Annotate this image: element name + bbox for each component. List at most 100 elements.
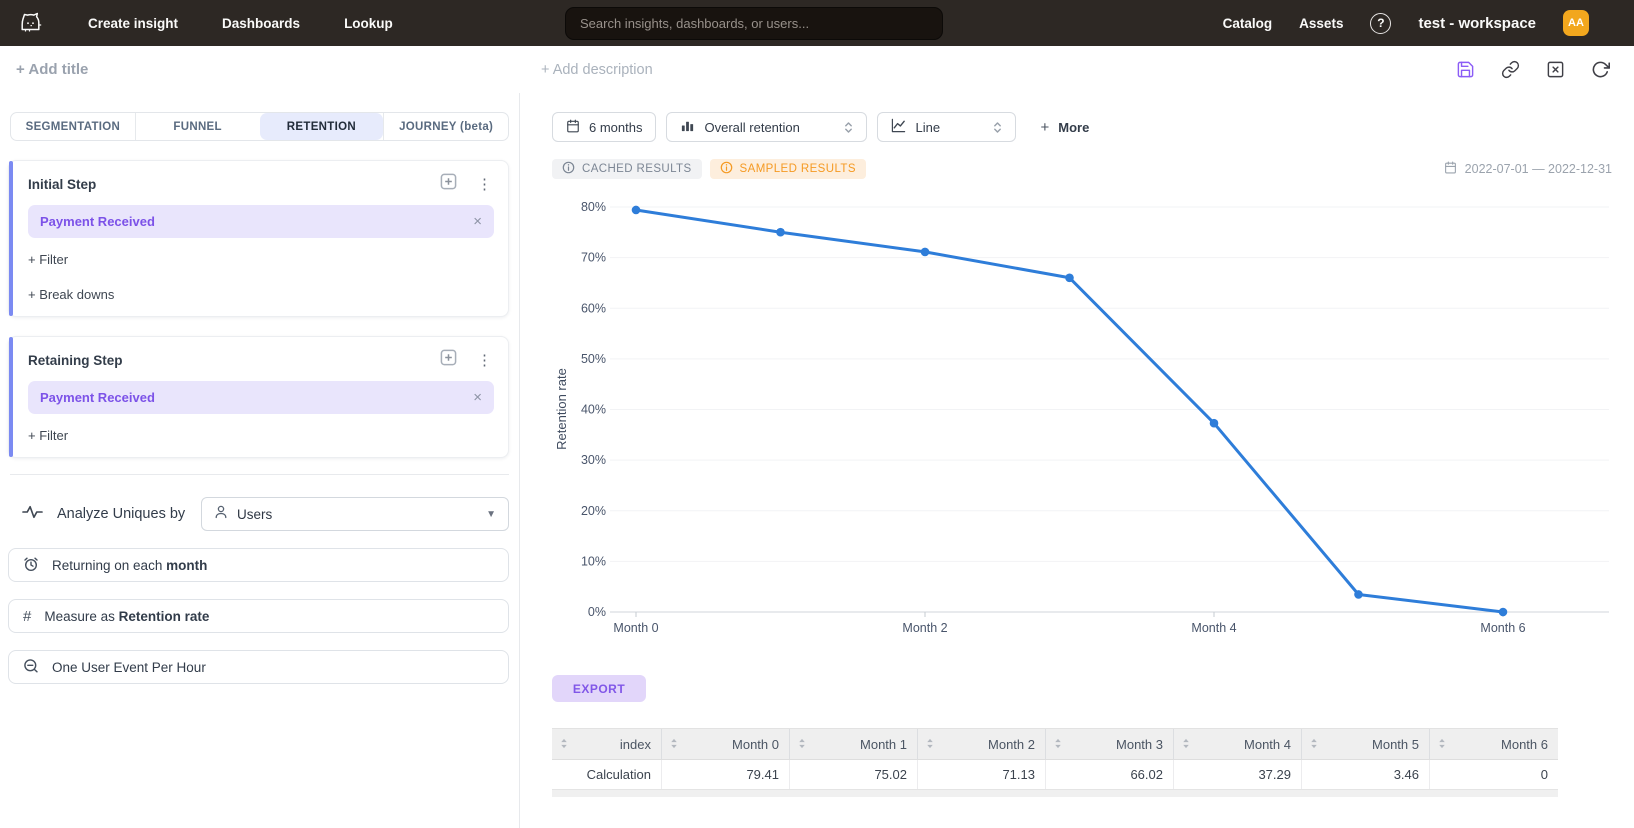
tab-retention[interactable]: RETENTION [260,113,384,140]
returning-interval-button[interactable]: Returning on each month [8,548,509,582]
nav-lookup[interactable]: Lookup [344,16,393,31]
table-header-month0[interactable]: Month 0 [662,729,790,759]
table-cell: 79.41 [662,760,790,789]
event-chip[interactable]: Payment Received × [28,381,494,414]
sort-icon[interactable] [1310,737,1318,752]
analyze-uniques-row: Analyze Uniques by Users ▼ [22,497,509,531]
y-tick-label: 80% [581,200,606,214]
event-chip-label: Payment Received [40,390,155,405]
retention-chart-svg: 0%10%20%30%40%50%60%70%80%Month 0Month 2… [552,186,1612,638]
results-panel: 6 months Overall retention [520,93,1634,828]
plus-icon: + [1040,119,1049,136]
sampling-button[interactable]: One User Event Per Hour [8,650,509,684]
sort-icon[interactable] [670,737,678,752]
step-menu-icon[interactable]: ⋮ [477,353,492,368]
y-tick-label: 30% [581,453,606,467]
pulse-icon [22,504,43,525]
content-area: SEGMENTATION FUNNEL RETENTION JOURNEY (b… [0,93,1634,828]
nav-assets[interactable]: Assets [1299,16,1343,31]
nav-dashboards[interactable]: Dashboards [222,16,300,31]
nav-catalog[interactable]: Catalog [1223,16,1273,31]
sort-icon[interactable] [926,737,934,752]
add-filter-button[interactable]: + Filter [28,252,494,267]
info-icon [720,161,733,177]
table-header-month2[interactable]: Month 2 [918,729,1046,759]
search-input[interactable] [565,7,943,40]
table-cell: 75.02 [790,760,918,789]
date-range-button[interactable]: 6 months [552,112,656,142]
data-point[interactable] [1210,419,1219,428]
tab-funnel[interactable]: FUNNEL [135,113,260,140]
event-chip[interactable]: Payment Received × [28,205,494,238]
avatar[interactable]: AA [1563,10,1589,36]
table-row: Calculation 79.41 75.02 71.13 66.02 37.2… [552,760,1558,790]
y-tick-label: 20% [581,504,606,518]
remove-event-icon[interactable]: × [473,213,482,230]
table-scrollbar[interactable] [552,790,1558,797]
save-icon[interactable] [1456,60,1475,79]
data-point[interactable] [1499,608,1508,617]
add-event-icon[interactable] [440,349,457,371]
y-tick-label: 50% [581,352,606,366]
x-tick-label: Month 6 [1480,621,1525,635]
more-button[interactable]: + More [1040,119,1089,136]
measure-as-button[interactable]: # Measure as Retention rate [8,599,509,633]
export-button[interactable]: EXPORT [552,675,646,702]
data-point[interactable] [1065,273,1074,282]
retaining-step-card: Retaining Step ⋮ Payment Received × + Fi… [8,336,509,458]
add-breakdown-button[interactable]: + Break downs [28,287,494,302]
returning-interval-value: month [166,558,207,573]
person-icon [214,505,228,524]
table-cell: 0 [1430,760,1558,789]
insight-header-bar: + Add title + Add description [0,46,1634,93]
clock-icon [23,556,39,575]
add-title-button[interactable]: + Add title [16,61,88,78]
metric-select[interactable]: Overall retention [666,112,867,142]
y-tick-label: 70% [581,251,606,265]
add-filter-button[interactable]: + Filter [28,428,494,443]
help-icon[interactable]: ? [1370,13,1391,34]
sort-icon[interactable] [1054,737,1062,752]
table-header-month6[interactable]: Month 6 [1430,729,1558,759]
table-header-index[interactable]: index [552,729,662,759]
cat-logo-icon[interactable] [18,10,44,36]
global-search [565,7,943,40]
data-point[interactable] [776,228,785,237]
close-square-icon[interactable] [1546,60,1565,79]
y-tick-label: 10% [581,554,606,568]
step-menu-icon[interactable]: ⋮ [477,177,492,192]
zoom-out-icon [23,658,39,677]
status-row: CACHED RESULTS SAMPLED RESULTS [552,159,1634,179]
initial-step-title: Initial Step [28,177,96,192]
calendar-icon [1444,161,1457,177]
table-header-month1[interactable]: Month 1 [790,729,918,759]
sort-icon[interactable] [798,737,806,752]
sampled-results-badge: SAMPLED RESULTS [710,159,866,179]
sort-icon[interactable] [1438,737,1446,752]
data-point[interactable] [632,206,641,215]
tab-segmentation[interactable]: SEGMENTATION [11,113,135,140]
refresh-icon[interactable] [1591,60,1610,79]
date-range-button-label: 6 months [589,120,642,135]
sort-icon[interactable] [1182,737,1190,752]
select-chevrons-icon [844,120,853,135]
data-point[interactable] [921,248,930,257]
table-header-month5[interactable]: Month 5 [1302,729,1430,759]
table-cell: Calculation [552,760,662,789]
chart-type-select[interactable]: Line [877,112,1016,142]
sort-icon[interactable] [560,737,568,752]
add-event-icon[interactable] [440,173,457,195]
data-point[interactable] [1354,590,1363,599]
analyze-entity-select[interactable]: Users ▼ [201,497,509,531]
remove-event-icon[interactable]: × [473,389,482,406]
workspace-name[interactable]: test - workspace [1418,15,1536,32]
step-accent-bar [9,161,13,316]
retention-line [636,210,1503,612]
table-header-month3[interactable]: Month 3 [1046,729,1174,759]
link-icon[interactable] [1501,60,1520,79]
chart-toolbar: 6 months Overall retention [552,112,1634,142]
nav-create-insight[interactable]: Create insight [88,16,178,31]
add-description-button[interactable]: + Add description [541,62,653,78]
tab-journey[interactable]: JOURNEY (beta) [383,113,508,140]
table-header-month4[interactable]: Month 4 [1174,729,1302,759]
